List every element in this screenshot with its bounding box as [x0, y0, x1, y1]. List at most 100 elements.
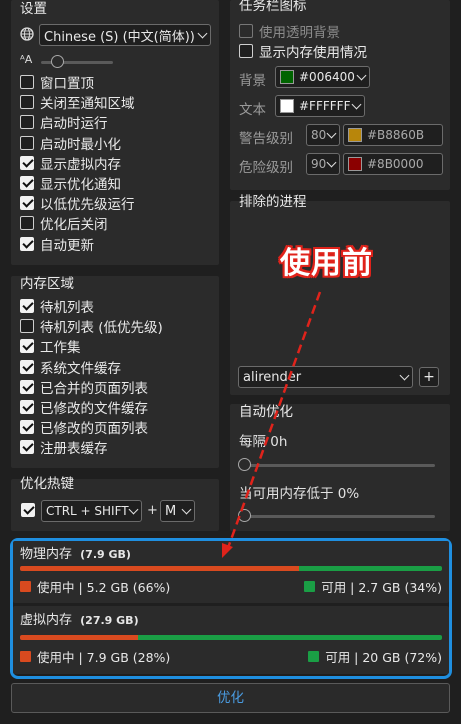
checkbox[interactable]	[20, 155, 34, 170]
option-label: 显示优化通知	[40, 177, 121, 193]
physical-memory-free-label: 可用 | 2.7 GB (34%)	[321, 580, 442, 595]
danger-level-label: 危险级别	[239, 160, 293, 176]
option-row[interactable]: 窗口置顶	[20, 73, 94, 92]
virtual-memory-free-bar	[138, 635, 442, 640]
option-label: 启动时最小化	[40, 136, 121, 153]
physical-memory-free-bar	[298, 566, 442, 571]
virtual-memory-total: (27.9 GB)	[80, 614, 139, 627]
option-row[interactable]: 显示优化通知	[20, 174, 121, 193]
checkbox[interactable]	[239, 24, 253, 38]
used-color-icon	[20, 581, 31, 592]
chevron-down-icon	[128, 504, 139, 515]
checkbox[interactable]	[20, 176, 34, 190]
language-select[interactable]: Chinese (S) (中文(简体))	[39, 24, 211, 46]
interval-label: 每隔 0h	[239, 434, 288, 450]
option-label: 已修改的页面列表	[40, 421, 148, 438]
checkbox[interactable]	[20, 75, 34, 89]
auto-optimize-panel: 自动优化 每隔 0h 当可用内存低于 0%	[230, 404, 450, 531]
checkbox[interactable]	[20, 299, 34, 313]
warning-swatch	[348, 128, 362, 142]
option-label: 待机列表 (低优先级)	[40, 320, 163, 337]
option-label: 工作集	[40, 340, 81, 357]
checkbox[interactable]	[20, 196, 34, 211]
option-row[interactable]: 启动时最小化	[20, 134, 121, 153]
option-label: 已修改的文件缓存	[40, 401, 148, 417]
checkbox[interactable]	[20, 135, 34, 150]
hotkey-checkbox[interactable]	[21, 503, 35, 517]
danger-level-select[interactable]: 90	[306, 153, 340, 175]
option-label: 使用透明背景	[259, 25, 340, 41]
warning-level-label: 警告级别	[239, 131, 293, 147]
checkbox[interactable]	[20, 379, 34, 394]
virtual-memory-free-label: 可用 | 20 GB (72%)	[325, 650, 442, 665]
font-size-slider-thumb[interactable]	[51, 55, 64, 68]
checkbox[interactable]	[20, 319, 34, 334]
checkbox[interactable]	[20, 115, 34, 130]
chevron-down-icon	[326, 128, 337, 139]
memory-areas-title: 内存区域	[20, 276, 74, 292]
checkbox[interactable]	[20, 236, 34, 251]
auto-optimize-title: 自动优化	[239, 404, 293, 420]
option-label: 注册表缓存	[40, 441, 108, 458]
option-row[interactable]: 自动更新	[20, 235, 94, 254]
option-row[interactable]: 关闭至通知区域	[20, 93, 135, 112]
process-select[interactable]: alirender	[238, 366, 413, 388]
virtual-memory-panel: 虚拟内存 (27.9 GB) 使用中 | 7.9 GB (28%) 可用 | 2…	[13, 606, 449, 674]
checkbox[interactable]	[239, 44, 253, 58]
memory-areas-panel: 内存区域 待机列表待机列表 (低优先级) 工作集 系统文件缓存 已合并的页面列表已修改…	[11, 276, 219, 468]
checkbox[interactable]	[20, 216, 34, 231]
option-row[interactable]: 待机列表	[20, 297, 94, 316]
checkbox[interactable]	[20, 359, 34, 374]
danger-color-value: #8B0000	[367, 157, 424, 171]
option-row[interactable]: 已修改的文件缓存	[20, 398, 148, 417]
virtual-memory-used-legend: 使用中 | 7.9 GB (28%)	[20, 647, 170, 666]
option-row[interactable]: 优化后关闭	[20, 214, 108, 233]
text-color-select[interactable]: #FFFFFF	[275, 95, 365, 117]
show-memory-usage-option[interactable]: 显示内存使用情况	[239, 42, 367, 61]
optimize-button[interactable]: 优化	[11, 683, 450, 713]
free-color-icon	[304, 581, 316, 592]
hotkey-key-select[interactable]: M	[160, 500, 195, 522]
font-size-icon: ᴬA	[20, 53, 33, 66]
add-process-button[interactable]: +	[419, 367, 439, 387]
option-label: 启动时运行	[40, 116, 108, 133]
option-row[interactable]: 系统文件缓存	[20, 358, 121, 377]
physical-memory-title: 物理内存 (7.9 GB)	[20, 543, 131, 562]
checkbox[interactable]	[20, 440, 34, 455]
transparent-background-option[interactable]: 使用透明背景	[239, 22, 340, 41]
virtual-memory-free-legend: 可用 | 20 GB (72%)	[308, 647, 442, 666]
physical-memory-used-label: 使用中 | 5.2 GB (66%)	[37, 580, 171, 595]
interval-slider[interactable]	[240, 464, 435, 467]
checkbox[interactable]	[20, 95, 34, 110]
option-row[interactable]: 以低优先级运行	[20, 194, 135, 213]
option-row[interactable]: 待机列表 (低优先级)	[20, 317, 163, 337]
settings-title: 设置	[20, 1, 47, 17]
option-row[interactable]: 显示虚拟内存	[20, 154, 121, 173]
interval-slider-thumb[interactable]	[238, 458, 251, 471]
chevron-down-icon	[356, 70, 367, 81]
threshold-slider-thumb[interactable]	[238, 509, 251, 522]
background-color-select[interactable]: #006400	[275, 66, 370, 88]
tray-icon-panel: 任务栏图标 使用透明背景 显示内存使用情况 背景 #006400 文本 #FFF…	[230, 0, 450, 190]
option-row[interactable]: 启动时运行	[20, 113, 108, 133]
free-color-icon	[308, 651, 320, 662]
option-row[interactable]: 工作集	[20, 337, 81, 357]
checkbox[interactable]	[20, 339, 34, 354]
warning-level-select[interactable]: 80	[306, 124, 340, 146]
warning-color-select[interactable]: #B8860B	[343, 124, 443, 146]
threshold-slider[interactable]	[240, 515, 435, 518]
hotkey-modifier-select[interactable]: CTRL + SHIFT	[41, 500, 142, 522]
hotkey-title: 优化热键	[20, 476, 74, 492]
option-row[interactable]: 已合并的页面列表	[20, 378, 148, 397]
checkbox[interactable]	[20, 400, 34, 414]
option-label: 窗口置顶	[40, 76, 94, 92]
physical-memory-panel: 物理内存 (7.9 GB) 使用中 | 5.2 GB (66%) 可用 | 2.…	[13, 541, 449, 603]
option-row[interactable]: 注册表缓存	[20, 438, 108, 458]
option-row[interactable]: 已修改的页面列表	[20, 418, 148, 438]
danger-color-select[interactable]: #8B0000	[343, 153, 443, 175]
tray-icon-title: 任务栏图标	[239, 0, 307, 14]
chevron-down-icon	[181, 504, 192, 515]
checkbox[interactable]	[20, 420, 34, 435]
physical-memory-name: 物理内存	[20, 547, 73, 562]
virtual-memory-name: 虚拟内存	[20, 613, 73, 628]
